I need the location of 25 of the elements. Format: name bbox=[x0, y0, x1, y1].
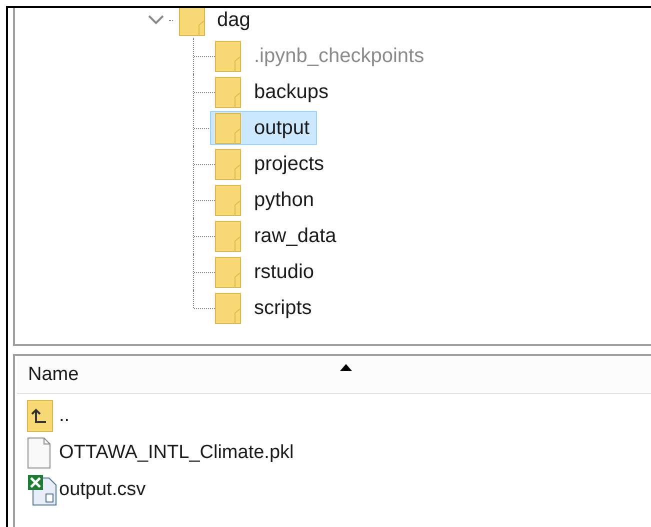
folder-icon bbox=[215, 148, 241, 180]
tree-item[interactable]: scripts bbox=[210, 291, 319, 325]
tree-item[interactable]: output bbox=[210, 111, 317, 145]
folder-icon bbox=[215, 76, 241, 108]
spreadsheet-icon bbox=[27, 474, 59, 506]
folder-icon bbox=[215, 220, 241, 252]
folder-icon bbox=[179, 8, 205, 36]
column-header[interactable]: Name bbox=[17, 356, 651, 393]
folder-icon bbox=[215, 184, 241, 216]
folder-icon bbox=[215, 292, 241, 324]
folder-icon bbox=[215, 112, 241, 144]
file-name[interactable]: output.csv bbox=[59, 480, 146, 499]
document-icon bbox=[27, 436, 51, 468]
tree-item[interactable]: dag bbox=[217, 10, 250, 30]
parent-folder-icon bbox=[27, 400, 53, 432]
tree-item[interactable]: backups bbox=[210, 75, 336, 109]
folder-icon bbox=[215, 40, 241, 72]
tree-item[interactable]: python bbox=[210, 183, 322, 217]
chevron-down-icon[interactable] bbox=[148, 15, 164, 25]
tree-item[interactable]: projects bbox=[210, 147, 332, 181]
file-name[interactable]: .. bbox=[59, 406, 70, 425]
tree-item[interactable]: raw_data bbox=[210, 219, 344, 253]
tree-item[interactable]: rstudio bbox=[210, 255, 322, 289]
file-name[interactable]: OTTAWA_INTL_Climate.pkl bbox=[59, 443, 294, 462]
folder-icon bbox=[215, 256, 241, 288]
